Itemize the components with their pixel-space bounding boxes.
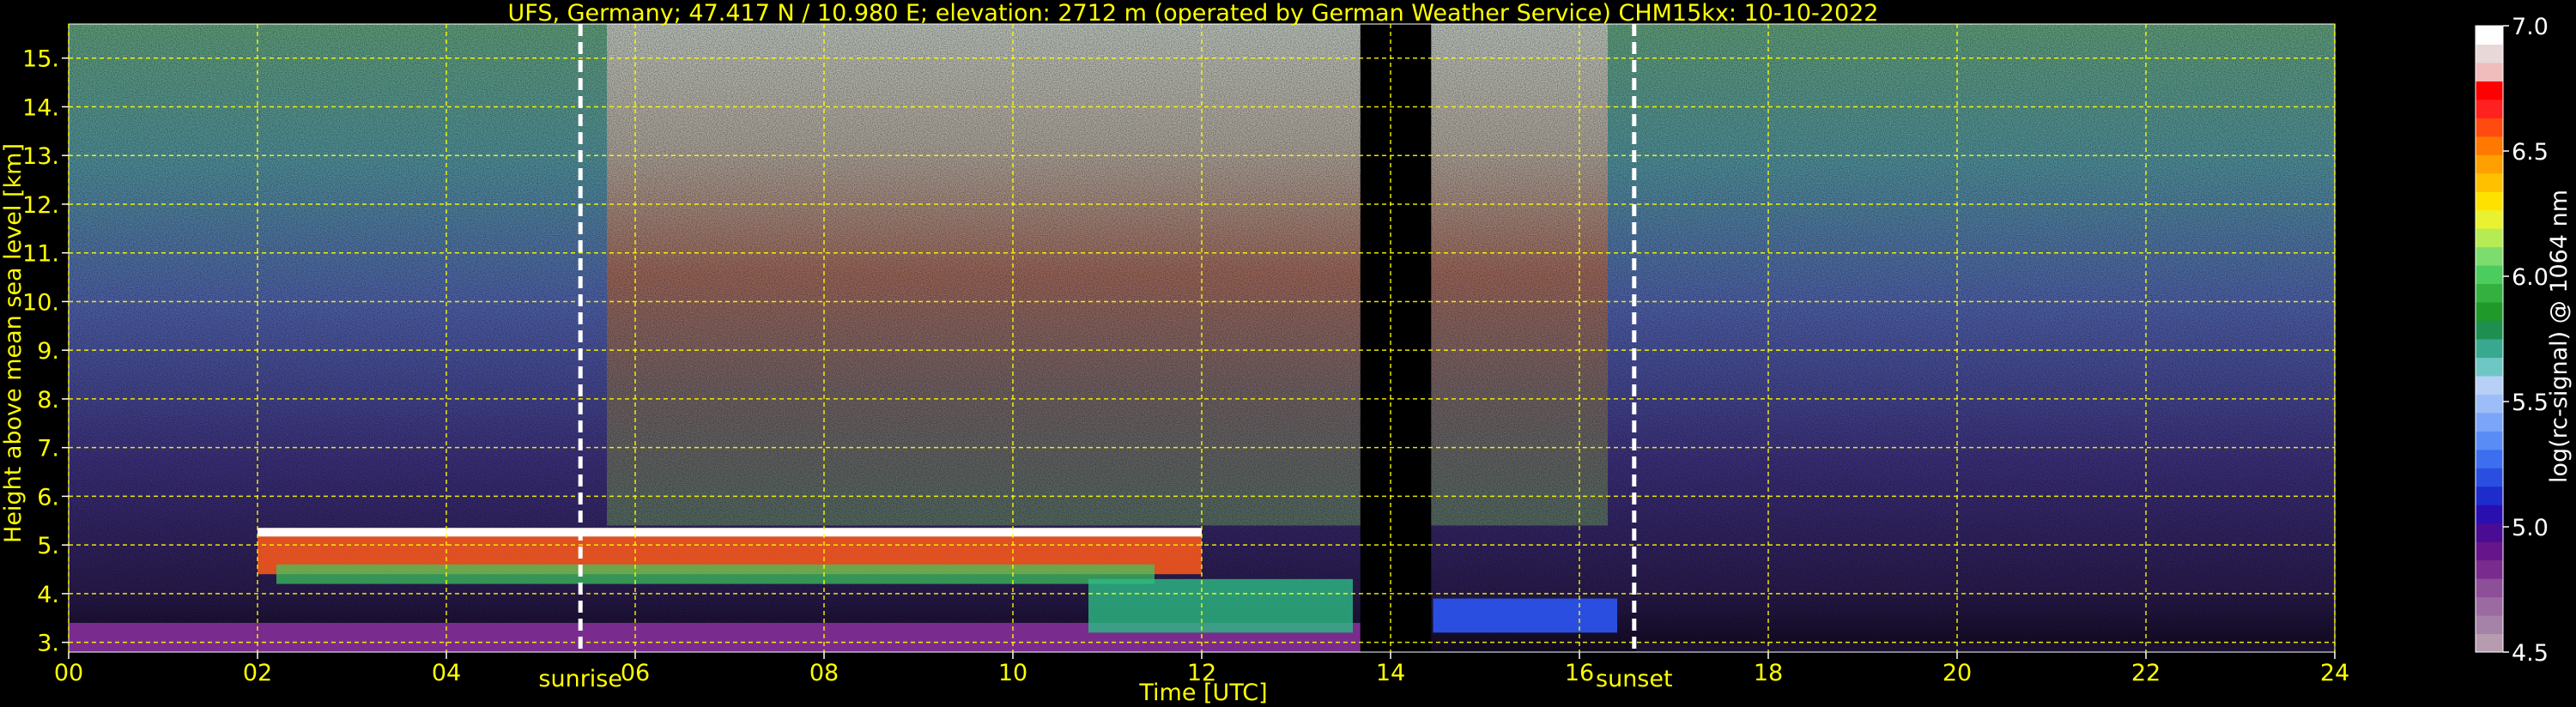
x-tick-label: 04 bbox=[432, 660, 461, 686]
colorbar-swatch bbox=[2476, 118, 2503, 137]
colorbar-swatch bbox=[2476, 283, 2503, 303]
y-tick-label: 5. bbox=[37, 533, 59, 559]
colorbar-swatch bbox=[2476, 412, 2503, 432]
x-axis-label: Time [UTC] bbox=[1138, 680, 1267, 706]
colorbar-swatch bbox=[2476, 505, 2503, 524]
colorbar-swatch bbox=[2476, 431, 2503, 450]
colorbar-swatch bbox=[2476, 596, 2503, 616]
x-tick-label: 06 bbox=[621, 660, 650, 686]
x-tick-label: 22 bbox=[2131, 660, 2161, 686]
colorbar-swatch bbox=[2476, 302, 2503, 322]
y-tick-label: 13. bbox=[22, 143, 59, 170]
y-tick-label: 14. bbox=[22, 94, 59, 121]
colorbar-swatch bbox=[2476, 44, 2503, 63]
colorbar-swatch bbox=[2476, 99, 2503, 118]
colorbar-swatch bbox=[2476, 541, 2503, 561]
y-axis-label: Height above mean sea level [km] bbox=[0, 143, 27, 543]
colorbar-swatch bbox=[2476, 154, 2503, 174]
colorbar-swatch bbox=[2476, 339, 2503, 358]
x-tick-label: 14 bbox=[1376, 660, 1405, 686]
no-data-gap bbox=[1360, 24, 1432, 652]
chart-canvas: sunrise sunset 00 02 04 06 08 10 12 14 16 18 20 22 24… bbox=[0, 0, 2576, 707]
colorbar-swatch bbox=[2476, 633, 2503, 653]
y-tick-label: 11. bbox=[22, 241, 59, 268]
colorbar-swatch bbox=[2476, 523, 2503, 542]
y-tick-label: 10. bbox=[22, 289, 59, 316]
night-low-layer bbox=[1636, 642, 2335, 652]
colorbar-swatch bbox=[2476, 468, 2503, 487]
colorbar-swatch bbox=[2476, 209, 2503, 229]
x-tick-label: 08 bbox=[809, 660, 839, 686]
marker-label-sunrise: sunrise bbox=[538, 666, 622, 692]
x-tick-label: 00 bbox=[54, 660, 83, 686]
colorbar-tick-label: 5.0 bbox=[2512, 515, 2549, 541]
x-tick-label: 20 bbox=[1943, 660, 1972, 686]
colorbar-swatch bbox=[2476, 246, 2503, 266]
y-tick-label: 6. bbox=[37, 484, 59, 511]
colorbar-swatch bbox=[2476, 265, 2503, 285]
colorbar-swatch bbox=[2476, 486, 2503, 505]
x-tick-label: 24 bbox=[2320, 660, 2349, 686]
colorbar-swatch bbox=[2476, 26, 2503, 45]
cloud-base bbox=[276, 564, 1155, 584]
colorbar-swatch bbox=[2476, 357, 2503, 377]
y-tick-label: 12. bbox=[22, 192, 59, 219]
evening-layer bbox=[1433, 598, 1617, 633]
x-tick-label: 18 bbox=[1754, 660, 1783, 686]
colorbar-swatch bbox=[2476, 228, 2503, 248]
colorbar-swatch bbox=[2476, 449, 2503, 468]
colorbar-swatch bbox=[2476, 394, 2503, 414]
colorbar-swatch bbox=[2476, 615, 2503, 635]
colorbar-tick-label: 4.5 bbox=[2512, 640, 2549, 667]
x-tick-label: 10 bbox=[998, 660, 1027, 686]
colorbar-swatch bbox=[2476, 136, 2503, 155]
afternoon-aerosol bbox=[1088, 578, 1353, 633]
colorbar-swatch bbox=[2476, 578, 2503, 598]
x-tick-label: 16 bbox=[1565, 660, 1594, 686]
x-tick-label: 02 bbox=[243, 660, 272, 686]
colorbar-swatch bbox=[2476, 191, 2503, 211]
y-tick-label: 15. bbox=[22, 46, 59, 73]
y-tick-label: 3. bbox=[37, 631, 59, 657]
colorbar-tick-label: 6.0 bbox=[2512, 264, 2549, 291]
colorbar-tick-label: 7.0 bbox=[2512, 14, 2549, 40]
marker-label-sunset: sunset bbox=[1596, 666, 1673, 692]
cloud-top bbox=[258, 528, 1202, 537]
colorbar-swatch bbox=[2476, 559, 2503, 579]
colorbar-swatch bbox=[2476, 375, 2503, 395]
y-tick-label: 9. bbox=[37, 338, 59, 365]
colorbar-swatch bbox=[2476, 320, 2503, 340]
colorbar-label: log(rc-signal) @ 1064 nm bbox=[2546, 190, 2573, 483]
chart-title: UFS, Germany; 47.417 N / 10.980 E; eleva… bbox=[508, 0, 1879, 27]
colorbar-swatch bbox=[2476, 172, 2503, 192]
y-tick-label: 8. bbox=[37, 387, 59, 414]
y-tick-label: 4. bbox=[37, 582, 59, 608]
colorbar-swatch bbox=[2476, 62, 2503, 82]
colorbar-swatch bbox=[2476, 81, 2503, 100]
colorbar-tick-label: 6.5 bbox=[2512, 139, 2549, 166]
colorbar-tick-label: 5.5 bbox=[2512, 390, 2549, 416]
y-tick-label: 7. bbox=[37, 436, 59, 462]
